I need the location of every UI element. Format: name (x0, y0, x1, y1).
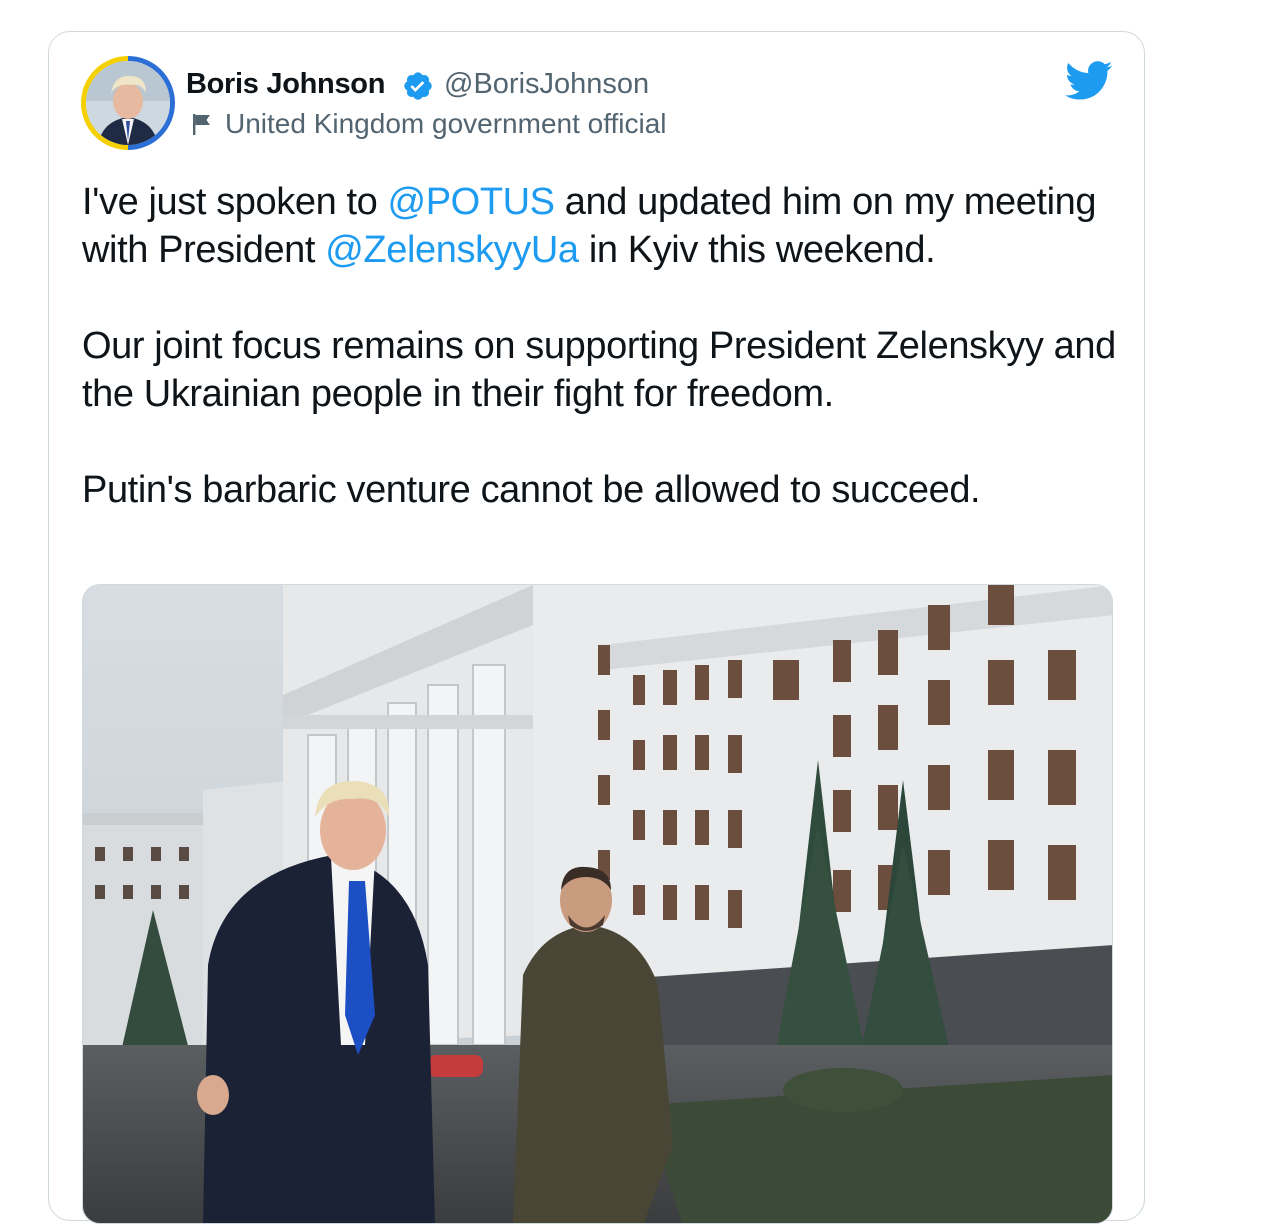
author-handle[interactable]: @BorisJohnson (444, 68, 649, 101)
text-segment: I've just spoken to (82, 181, 388, 223)
twitter-bird-icon[interactable] (1065, 60, 1113, 102)
flag-icon (193, 114, 210, 135)
mention-potus-link[interactable]: @POTUS (388, 181, 555, 223)
tweet-paragraph-1: I've just spoken to @POTUS and updated h… (82, 178, 1122, 274)
tweet-paragraph-2: Our joint focus remains on supporting Pr… (82, 325, 1116, 415)
author-name[interactable]: Boris Johnson (186, 68, 385, 101)
mention-zelenskyyua-link[interactable]: @ZelenskyyUa (325, 229, 579, 271)
photo-image (83, 585, 1112, 1223)
avatar-photo (86, 61, 170, 145)
tweet-photo[interactable] (82, 584, 1113, 1224)
affiliation-label: United Kingdom government official (225, 108, 667, 139)
verified-badge-icon (404, 72, 432, 100)
avatar[interactable] (81, 56, 175, 150)
tweet-paragraph-3: Putin's barbaric venture cannot be allow… (82, 469, 981, 511)
tweet-text: I've just spoken to @POTUS and updated h… (82, 178, 1122, 562)
text-segment: in Kyiv this weekend. (578, 229, 936, 271)
